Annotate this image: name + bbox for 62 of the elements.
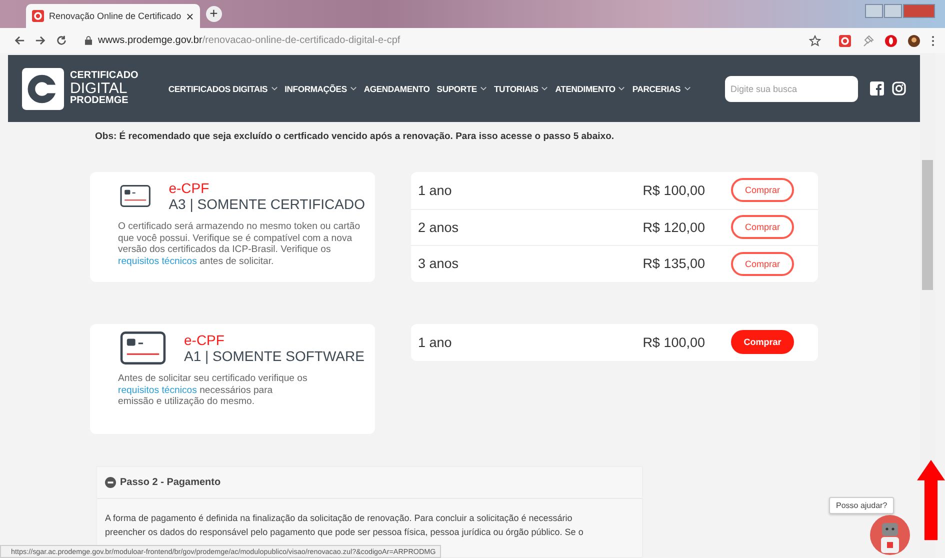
- nav-link[interactable]: SUPORTE: [436, 84, 477, 94]
- nav-link[interactable]: PARCERIAS: [632, 84, 681, 94]
- period-text: 1 ano: [418, 182, 453, 198]
- caret-icon[interactable]: [350, 86, 357, 91]
- step-text: preencher os dados do responsável pelo pagamento que pode ser pessoa física, pessoa jurídica ou órgão público. Se o: [105, 526, 584, 539]
- new-tab-button[interactable]: +: [206, 6, 222, 22]
- step-title: Passo 2 - Pagamento: [120, 477, 221, 488]
- back-icon[interactable]: [14, 35, 25, 46]
- buy-button[interactable]: Comprar: [731, 178, 794, 202]
- profile-avatar-icon[interactable]: [908, 34, 920, 46]
- buy-button[interactable]: Comprar: [731, 330, 794, 354]
- facebook-icon[interactable]: [870, 81, 884, 96]
- pin-icon[interactable]: [862, 34, 874, 46]
- product-type: e-CPF: [184, 332, 226, 348]
- extension-icon[interactable]: [839, 34, 851, 46]
- product-title: A1 | SOMENTE SOFTWARE: [184, 348, 364, 364]
- instagram-icon[interactable]: [892, 81, 906, 96]
- price-text: R$ 100,00: [642, 334, 705, 350]
- nav-link[interactable]: AGENDAMENTO: [364, 84, 430, 94]
- window-controls[interactable]: [865, 4, 935, 18]
- reload-icon[interactable]: [56, 35, 67, 46]
- logo-text: DIGITAL: [70, 81, 128, 96]
- help-bubble[interactable]: Posso ajudar?: [829, 497, 894, 514]
- caret-icon[interactable]: [618, 86, 626, 91]
- notice-text: Obs: É recomendado que seja excluído o certficado vencido após a renovação. Para isso acesse o passo 5 abaixo.: [95, 131, 616, 142]
- caret-icon[interactable]: [684, 86, 691, 91]
- period-text: 3 anos: [418, 256, 460, 272]
- caret-icon[interactable]: [480, 86, 487, 91]
- forward-icon[interactable]: [35, 35, 46, 46]
- bookmark-star-icon[interactable]: [809, 34, 821, 46]
- card-icon: [120, 330, 166, 366]
- step-text: A forma de pagamento é definida na finalização da solicitação de renovação. Para concluir a solicitação é necessário: [105, 512, 574, 525]
- product-title: A3 | SOMENTE CERTIFICADO: [168, 196, 365, 212]
- buy-button[interactable]: Comprar: [731, 215, 794, 240]
- logo-text: PRODEMGE: [70, 96, 130, 106]
- caret-icon[interactable]: [541, 86, 548, 91]
- opera-icon[interactable]: [885, 34, 897, 46]
- site-favicon-icon: [32, 10, 44, 22]
- period-text: 2 anos: [418, 220, 460, 235]
- menu-icon[interactable]: [931, 34, 935, 46]
- close-tab-button[interactable]: ×: [186, 8, 194, 24]
- search-field[interactable]: Digite sua busca: [724, 76, 858, 102]
- nav-link[interactable]: INFORMAÇÕES: [284, 84, 347, 94]
- price-text: R$ 100,00: [642, 182, 705, 198]
- lock-icon[interactable]: [85, 36, 92, 45]
- browser-tab[interactable]: Renovação Online de Certificado ×: [26, 4, 200, 28]
- robot-avatar-icon[interactable]: [870, 515, 910, 555]
- price-text: R$ 120,00: [642, 220, 705, 235]
- product-description: O certificado será armazendo no mesmo token ou cartão que você possui. Verifique se é compatível com a nova versão dos certificados da ICP-Brasil. Verifique os requisitos técnicos antes de solicitar.: [118, 221, 362, 268]
- caret-icon[interactable]: [270, 86, 278, 91]
- product-type: e-CPF: [168, 180, 210, 196]
- logo-icon[interactable]: [22, 68, 64, 110]
- period-text: 1 ano: [418, 334, 453, 350]
- price-text: R$ 135,00: [642, 256, 705, 272]
- nav-link[interactable]: TUTORIAIS: [494, 84, 538, 94]
- tab-title: Renovação Online de Certificado: [49, 11, 182, 21]
- collapse-icon[interactable]: [105, 477, 116, 488]
- product-description: Antes de solicitar seu certificado verifique os requisitos técnicos necessários para emissão e utilização do mesmo.: [118, 373, 308, 408]
- nav-link[interactable]: ATENDIMENTO: [555, 84, 616, 94]
- logo-text: CERTIFICADO: [70, 71, 138, 81]
- buy-button[interactable]: Comprar: [731, 252, 794, 276]
- nav-link[interactable]: CERTIFICADOS DIGITAIS: [168, 84, 268, 94]
